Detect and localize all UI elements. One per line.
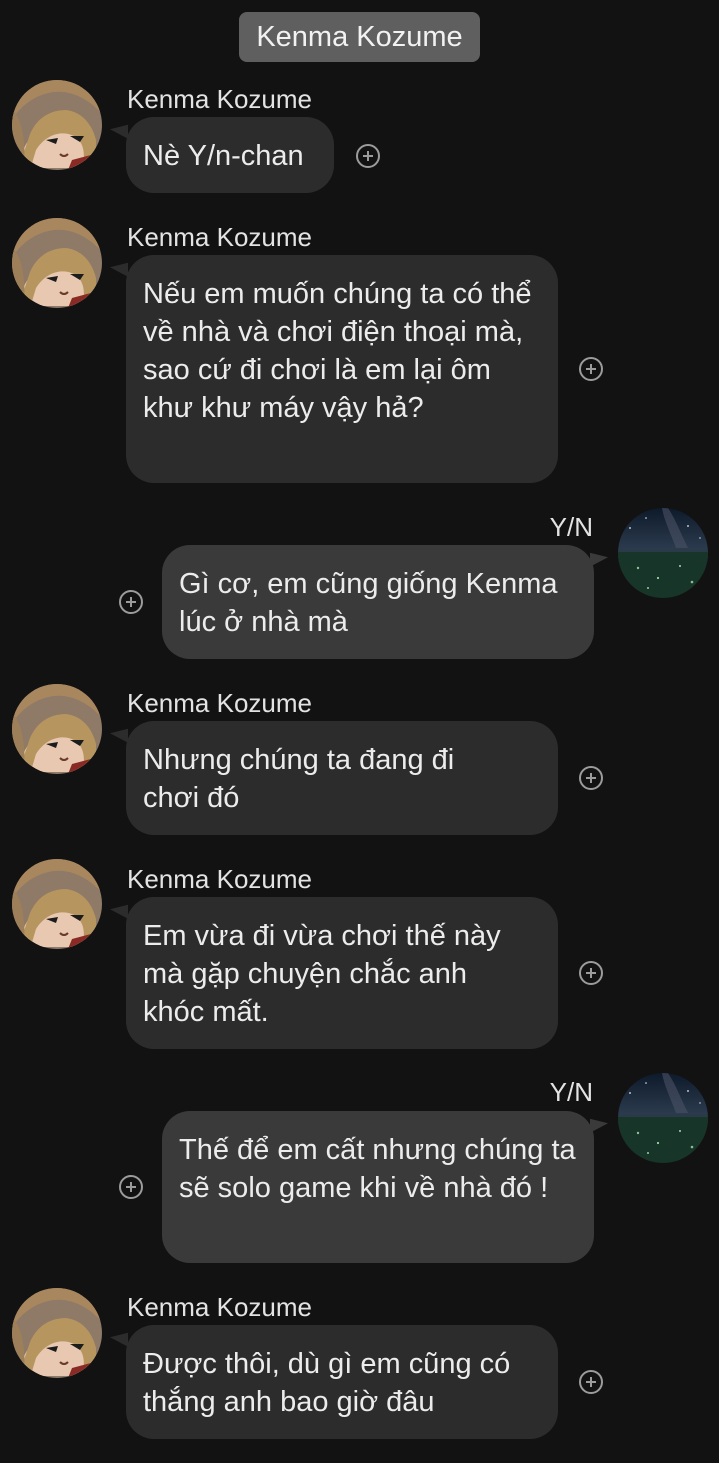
add-reaction-icon[interactable]: [579, 1370, 603, 1394]
sender-name: Kenma Kozume: [127, 222, 312, 252]
chat-title: Kenma Kozume: [239, 12, 480, 62]
bubble-tail: [110, 1323, 128, 1347]
message-text: Em vừa đi vừa chơi thế này mà gặp chuyện…: [143, 920, 501, 1028]
kenma-avatar[interactable]: [12, 684, 102, 774]
bubble-tail: [110, 719, 128, 743]
sender-name: Kenma Kozume: [127, 1292, 312, 1322]
message-text: Gì cơ, em cũng giống Kenma lúc ở nhà mà: [179, 568, 558, 638]
add-reaction-icon[interactable]: [579, 766, 603, 790]
bubble-tail: [110, 115, 128, 139]
bubble-tail: [590, 1109, 608, 1133]
sender-name: Kenma Kozume: [127, 688, 312, 718]
message-text: Được thôi, dù gì em cũng có thắng anh ba…: [143, 1348, 511, 1418]
message-bubble[interactable]: Được thôi, dù gì em cũng có thắng anh ba…: [126, 1325, 558, 1439]
user-avatar[interactable]: [618, 1073, 708, 1163]
add-reaction-icon[interactable]: [579, 357, 603, 381]
message-bubble[interactable]: Nếu em muốn chúng ta có thể về nhà và ch…: [126, 255, 558, 483]
bubble-tail: [110, 253, 128, 277]
message-bubble[interactable]: Gì cơ, em cũng giống Kenma lúc ở nhà mà: [162, 545, 594, 659]
add-reaction-icon[interactable]: [119, 590, 143, 614]
message-text: Nè Y/n-chan: [143, 140, 304, 172]
message-bubble[interactable]: Nè Y/n-chan: [126, 117, 334, 193]
sender-name: Kenma Kozume: [127, 84, 312, 114]
add-reaction-icon[interactable]: [579, 961, 603, 985]
kenma-avatar[interactable]: [12, 859, 102, 949]
message-bubble[interactable]: Nhưng chúng ta đang đi chơi đó: [126, 721, 558, 835]
add-reaction-icon[interactable]: [119, 1175, 143, 1199]
add-reaction-icon[interactable]: [356, 144, 380, 168]
kenma-avatar[interactable]: [12, 218, 102, 308]
sender-name: Y/N: [549, 1077, 593, 1107]
bubble-tail: [590, 543, 608, 567]
user-avatar[interactable]: [618, 508, 708, 598]
sender-name: Y/N: [549, 512, 593, 542]
message-text: Nhưng chúng ta đang đi chơi đó: [143, 744, 455, 814]
message-text: Nếu em muốn chúng ta có thể về nhà và ch…: [143, 278, 532, 424]
message-text: Thế để em cất nhưng chúng ta sẽ solo gam…: [179, 1134, 576, 1204]
message-bubble[interactable]: Thế để em cất nhưng chúng ta sẽ solo gam…: [162, 1111, 594, 1263]
bubble-tail: [110, 895, 128, 919]
sender-name: Kenma Kozume: [127, 864, 312, 894]
kenma-avatar[interactable]: [12, 1288, 102, 1378]
message-bubble[interactable]: Em vừa đi vừa chơi thế này mà gặp chuyện…: [126, 897, 558, 1049]
kenma-avatar[interactable]: [12, 80, 102, 170]
